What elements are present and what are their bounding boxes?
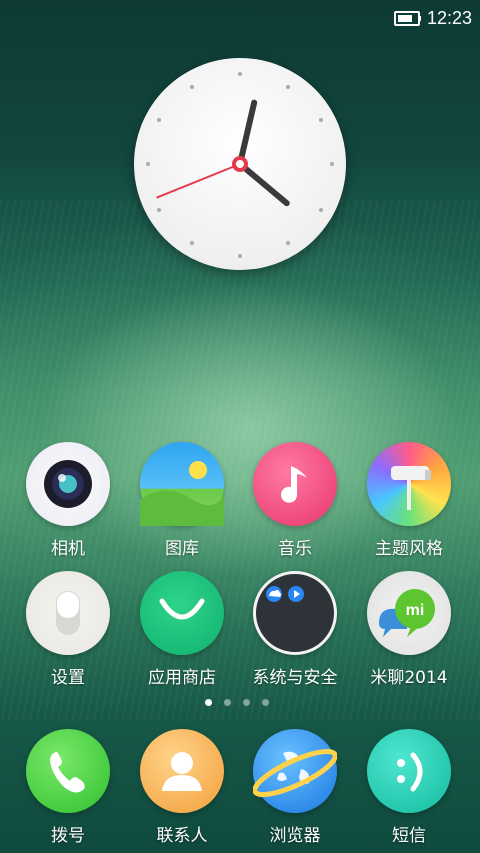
clock-tick [286,241,290,245]
app-camera[interactable]: 相机 [13,442,123,559]
dock-phone[interactable]: 拨号 [13,729,123,846]
page-indicator[interactable] [205,699,269,706]
phone-icon [26,729,110,813]
page-dot[interactable] [224,699,231,706]
app-miliao[interactable]: mi 米聊2014 [354,571,464,688]
app-label: 主题风格 [375,539,443,559]
dock-browser[interactable]: 浏览器 [240,729,350,846]
settings-icon [26,571,110,655]
browser-icon [253,729,337,813]
status-time: 12:23 [426,7,472,28]
folder-icon [253,571,337,655]
app-label: 米聊2014 [370,668,448,688]
clock-tick [286,85,290,89]
clock-tick [238,72,242,76]
theme-icon [367,442,451,526]
clock-tick [157,118,161,122]
clock-tick [190,85,194,89]
app-label: 图库 [165,539,199,559]
app-settings[interactable]: 设置 [13,571,123,688]
app-gallery[interactable]: 图库 [127,442,237,559]
page-dot[interactable] [243,699,250,706]
app-label: 拨号 [51,826,85,846]
app-label: 音乐 [278,539,312,559]
page-dot-active[interactable] [205,699,212,706]
page-dot[interactable] [262,699,269,706]
app-theme[interactable]: 主题风格 [354,442,464,559]
svg-text:mi: mi [406,602,425,619]
app-label: 短信 [392,826,426,846]
app-store[interactable]: 应用商店 [127,571,237,688]
messages-icon [367,729,451,813]
clock-tick [190,241,194,245]
app-store-icon [140,571,224,655]
app-label: 联系人 [156,826,208,846]
music-icon [253,442,337,526]
app-folder-system[interactable]: 系统与安全 [240,571,350,688]
clock-tick [146,162,150,166]
battery-icon [393,10,420,26]
gallery-icon [140,442,224,526]
contacts-icon [140,729,224,813]
app-label: 应用商店 [148,668,216,688]
clock-second-hand [156,163,241,199]
clock-tick [319,118,323,122]
app-label: 相机 [51,539,85,559]
clock-tick [330,162,334,166]
dock-contacts[interactable]: 联系人 [127,729,237,846]
clock-widget[interactable] [134,58,346,270]
app-music[interactable]: 音乐 [240,442,350,559]
clock-tick [319,208,323,212]
clock-center [232,156,248,172]
clock-tick [157,208,161,212]
camera-icon [26,442,110,526]
clock-tick [238,254,242,258]
status-bar: 12:23 [393,6,472,30]
app-label: 系统与安全 [252,668,338,688]
app-label: 浏览器 [269,826,321,846]
clock-minute-hand [237,99,258,165]
dock-messages[interactable]: 短信 [354,729,464,846]
miliao-icon: mi [367,571,451,655]
app-label: 设置 [51,668,85,688]
